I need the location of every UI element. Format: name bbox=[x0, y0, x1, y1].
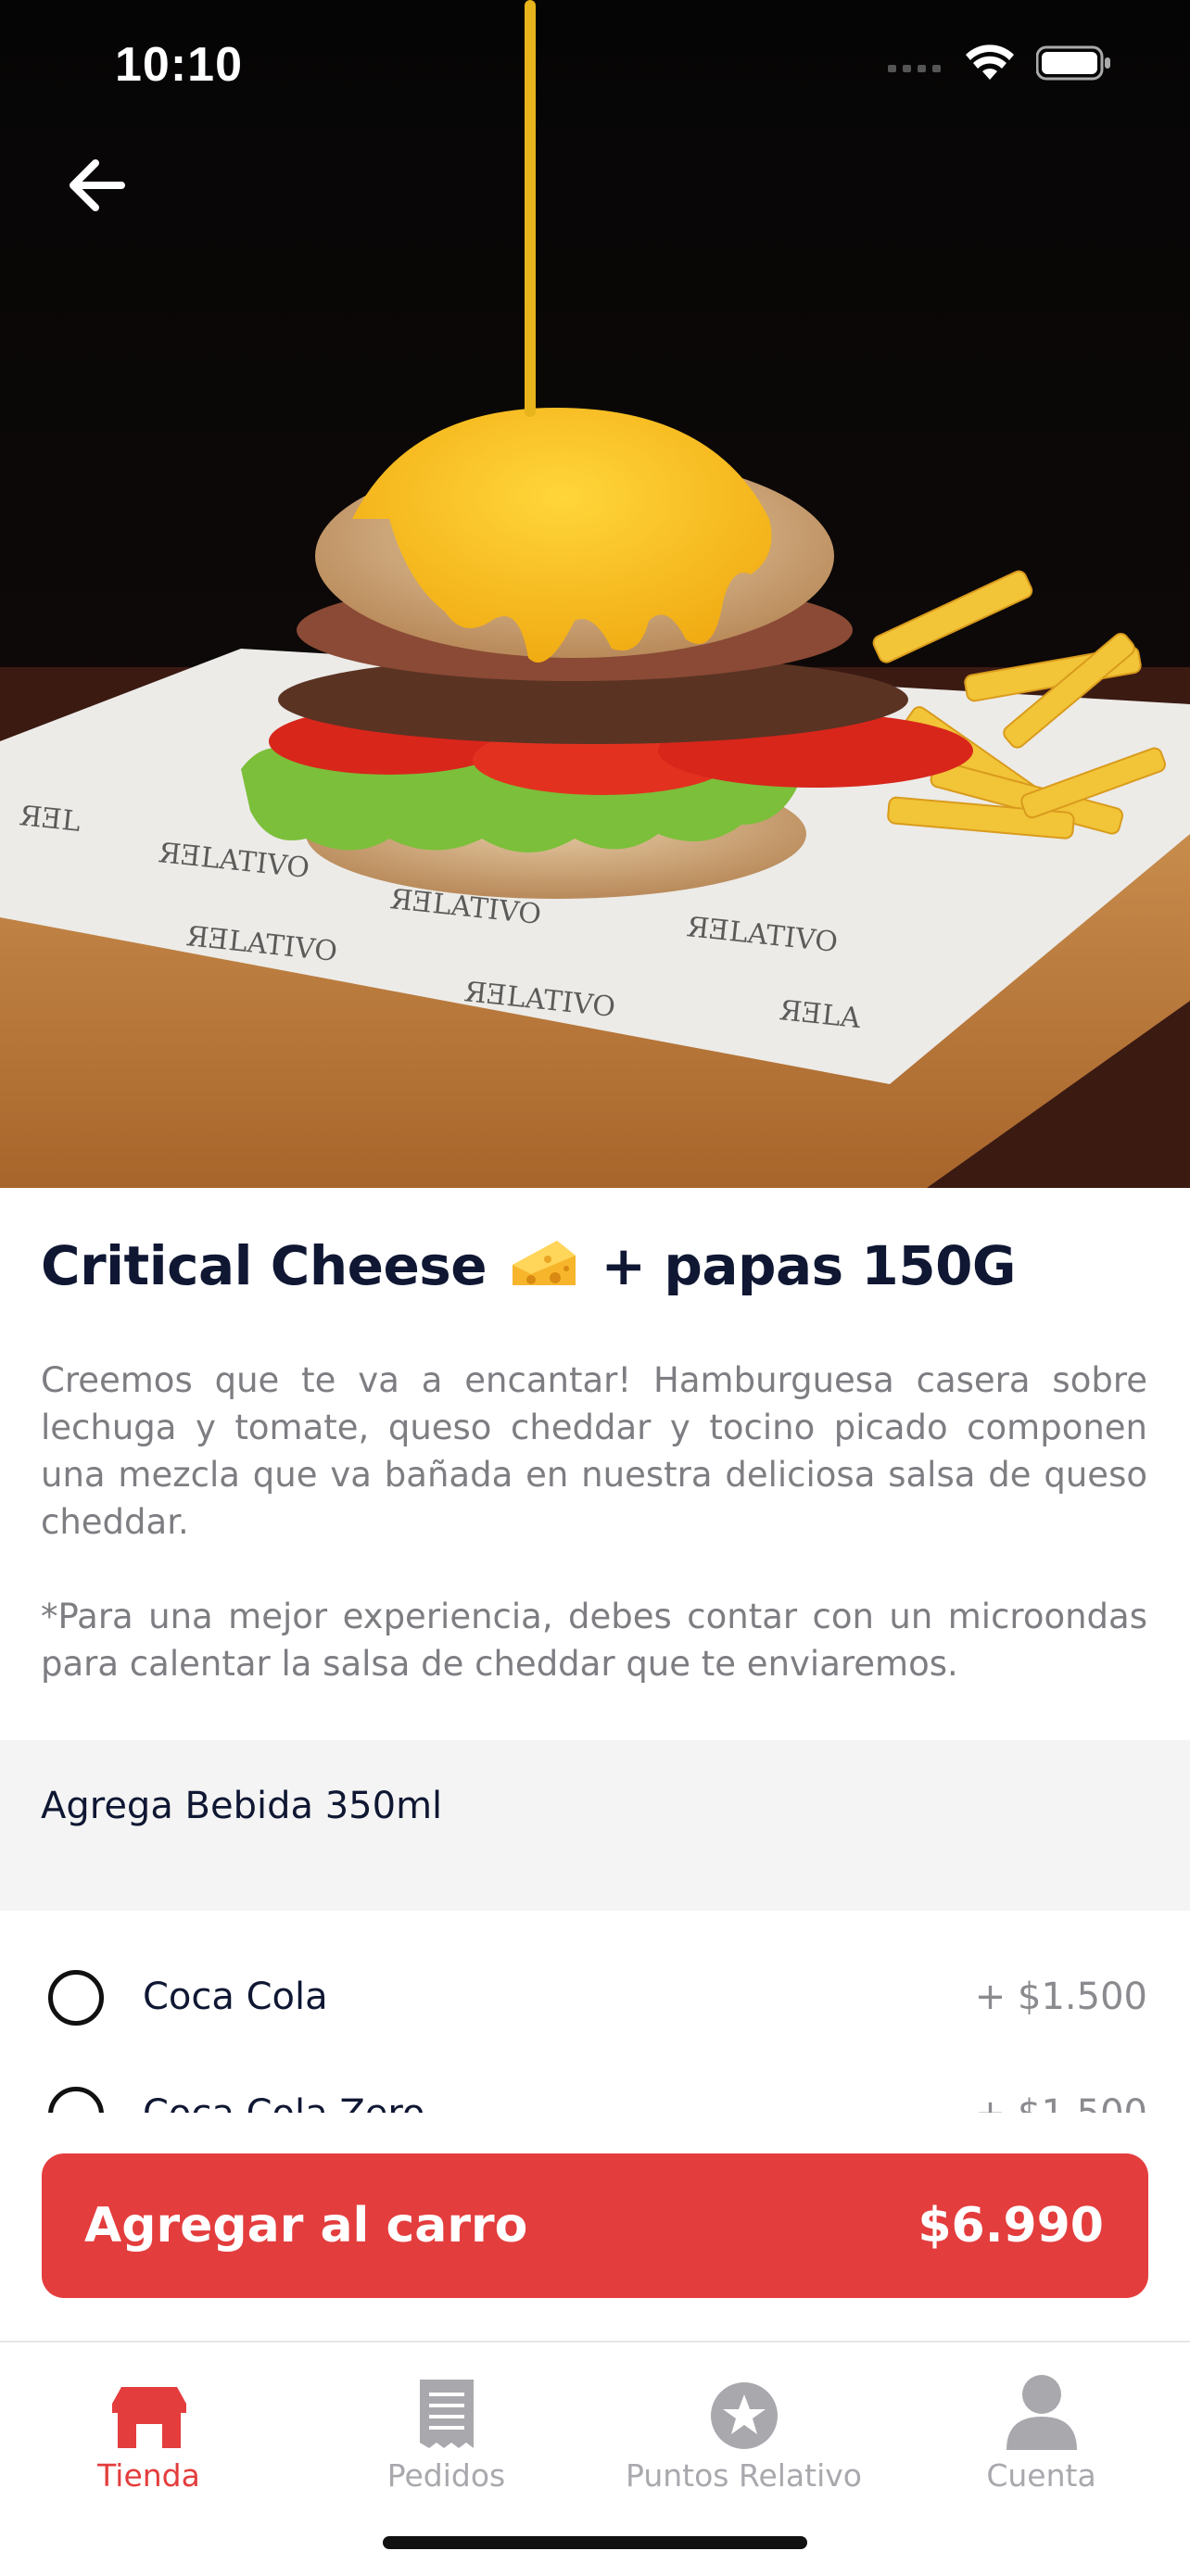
back-button[interactable] bbox=[57, 148, 135, 226]
description-paragraph: Creemos que te va a encantar! Hamburgues… bbox=[41, 1360, 1147, 1542]
cheese-emoji-icon bbox=[511, 1237, 577, 1302]
option-coca-cola[interactable]: Coca Cola + $1.500 bbox=[0, 1951, 1190, 2053]
store-icon bbox=[108, 2385, 190, 2454]
description-note: *Para una mejor experiencia, debes conta… bbox=[41, 1597, 1147, 1684]
user-icon bbox=[1005, 2374, 1079, 2454]
tab-tienda[interactable]: Tienda bbox=[0, 2370, 298, 2509]
status-bar: 10:10 bbox=[0, 0, 1190, 139]
radio-button[interactable] bbox=[48, 1970, 104, 2026]
option-name: Coca Cola bbox=[143, 1976, 328, 2018]
product-name: Critical Cheese bbox=[41, 1234, 487, 1297]
home-indicator[interactable] bbox=[383, 2536, 807, 2549]
tab-label: Tienda bbox=[97, 2457, 200, 2494]
option-coca-cola-zero[interactable]: Coca Cola Zero + $1.500 bbox=[0, 2068, 1190, 2113]
status-time: 10:10 bbox=[115, 38, 243, 92]
option-price: + $1.500 bbox=[975, 2092, 1147, 2113]
add-to-cart-button[interactable]: Agregar al carro $6.990 bbox=[42, 2153, 1148, 2298]
tab-pedidos[interactable]: Pedidos bbox=[298, 2370, 595, 2509]
wifi-icon bbox=[966, 44, 1014, 85]
svg-text:ЯƎL: ЯƎL bbox=[18, 800, 82, 839]
radio-button[interactable] bbox=[48, 2087, 104, 2113]
cellular-signal-icon bbox=[888, 54, 943, 76]
extras-option-list[interactable]: Coca Cola + $1.500 Coca Cola Zero + $1.5… bbox=[0, 1911, 1190, 2113]
product-description: Creemos que te va a encantar! Hamburgues… bbox=[41, 1357, 1147, 1687]
tab-label: Cuenta bbox=[986, 2457, 1096, 2494]
extras-section-header: Agrega Bebida 350ml bbox=[0, 1740, 1190, 1911]
tab-label: Puntos Relativo bbox=[626, 2457, 862, 2494]
product-title-suffix: + papas 150G bbox=[601, 1234, 1017, 1297]
product-image: ЯƎLATIVO ЯƎLATIVO ЯƎLATIVO ЯƎLATIVO ЯƎLA… bbox=[0, 0, 1190, 1188]
arrow-left-icon bbox=[68, 159, 125, 215]
tab-cuenta[interactable]: Cuenta bbox=[892, 2370, 1190, 2509]
tab-puntos-relativo[interactable]: Puntos Relativo bbox=[595, 2370, 892, 2509]
add-to-cart-price: $6.990 bbox=[918, 2198, 1104, 2254]
add-to-cart-label: Agregar al carro bbox=[84, 2198, 528, 2254]
extras-section-title: Agrega Bebida 350ml bbox=[41, 1785, 443, 1827]
star-badge-icon bbox=[710, 2381, 779, 2454]
receipt-icon bbox=[418, 2378, 475, 2454]
product-title: Critical Cheese + papas 150G bbox=[41, 1234, 1017, 1302]
option-price: + $1.500 bbox=[974, 1976, 1147, 2018]
tab-label: Pedidos bbox=[386, 2457, 506, 2494]
option-name: Coca Cola Zero bbox=[143, 2092, 424, 2113]
battery-icon bbox=[1035, 44, 1112, 85]
